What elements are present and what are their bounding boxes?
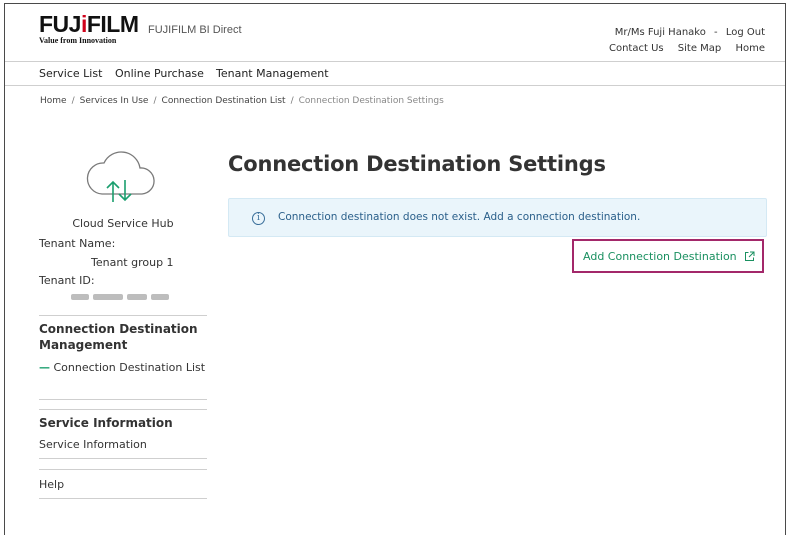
browser-frame: FUJiFILM Value from Innovation FUJIFILM … <box>4 3 786 535</box>
breadcrumb-current: Connection Destination Settings <box>298 96 444 106</box>
cloud-sync-icon <box>86 151 155 202</box>
sidebar-divider <box>39 498 207 499</box>
add-connection-destination-label: Add Connection Destination <box>583 250 737 263</box>
breadcrumb-connection-list[interactable]: Connection Destination List <box>162 96 286 106</box>
logout-link[interactable]: Log Out <box>726 27 765 38</box>
tenant-name-value: Tenant group 1 <box>91 256 174 269</box>
user-separator: - <box>714 27 718 38</box>
breadcrumb-separator: / <box>153 96 157 106</box>
info-icon: i <box>252 212 265 225</box>
breadcrumb-home[interactable]: Home <box>40 96 67 106</box>
user-name: Mr/Ms Fuji Hanako <box>614 27 706 38</box>
active-indicator: — <box>39 361 50 374</box>
logo-tagline: Value from Innovation <box>39 36 117 45</box>
sidebar-item-help[interactable]: Help <box>39 478 64 491</box>
add-connection-destination-button[interactable]: Add Connection Destination <box>572 239 764 273</box>
tenant-id-redacted <box>71 291 171 303</box>
site-map-link[interactable]: Site Map <box>678 43 721 54</box>
external-link-icon <box>745 251 755 261</box>
brand-name: FUJIFILM BI Direct <box>148 24 242 36</box>
sidebar-item-label: Connection Destination List <box>53 361 206 374</box>
sidebar-divider <box>39 409 207 410</box>
site-header: FUJiFILM Value from Innovation FUJIFILM … <box>5 4 785 59</box>
sidebar-divider <box>39 469 207 470</box>
tenant-id-label: Tenant ID: <box>39 274 95 287</box>
tenant-name-label: Tenant Name: <box>39 237 116 250</box>
nav-service-list[interactable]: Service List <box>39 67 102 80</box>
section-connection-destination-management: Connection Destination Management <box>39 322 198 352</box>
info-message: Connection destination does not exist. A… <box>278 211 641 223</box>
sidebar-divider <box>39 399 207 400</box>
page-title: Connection Destination Settings <box>228 152 606 176</box>
sidebar-item-service-information[interactable]: Service Information <box>39 438 147 451</box>
sidebar-item-connection-destination-list[interactable]: — Connection Destination List <box>39 358 207 377</box>
logo-wordmark: FUJiFILM <box>39 11 139 37</box>
section-service-information: Service Information <box>39 416 173 430</box>
breadcrumb: Home / Services In Use / Connection Destinat… <box>40 96 444 106</box>
sidebar-divider <box>39 458 207 459</box>
contact-us-link[interactable]: Contact Us <box>609 43 664 54</box>
user-menu: Mr/Ms Fuji Hanako - Log Out <box>615 27 765 38</box>
home-link[interactable]: Home <box>735 43 765 54</box>
header-links: Contact Us Site Map Home <box>598 43 765 54</box>
breadcrumb-separator: / <box>290 96 294 106</box>
nav-online-purchase[interactable]: Online Purchase <box>115 67 204 80</box>
nav-tenant-management[interactable]: Tenant Management <box>216 67 329 80</box>
info-banner: i Connection destination does not exist.… <box>228 198 767 237</box>
global-nav: Service List Online Purchase Tenant Mana… <box>5 61 785 86</box>
hub-name: Cloud Service Hub <box>72 217 174 230</box>
sidebar-divider <box>39 315 207 316</box>
breadcrumb-separator: / <box>71 96 75 106</box>
fujifilm-logo[interactable]: FUJiFILM Value from Innovation <box>39 11 139 46</box>
breadcrumb-services-in-use[interactable]: Services In Use <box>80 96 149 106</box>
